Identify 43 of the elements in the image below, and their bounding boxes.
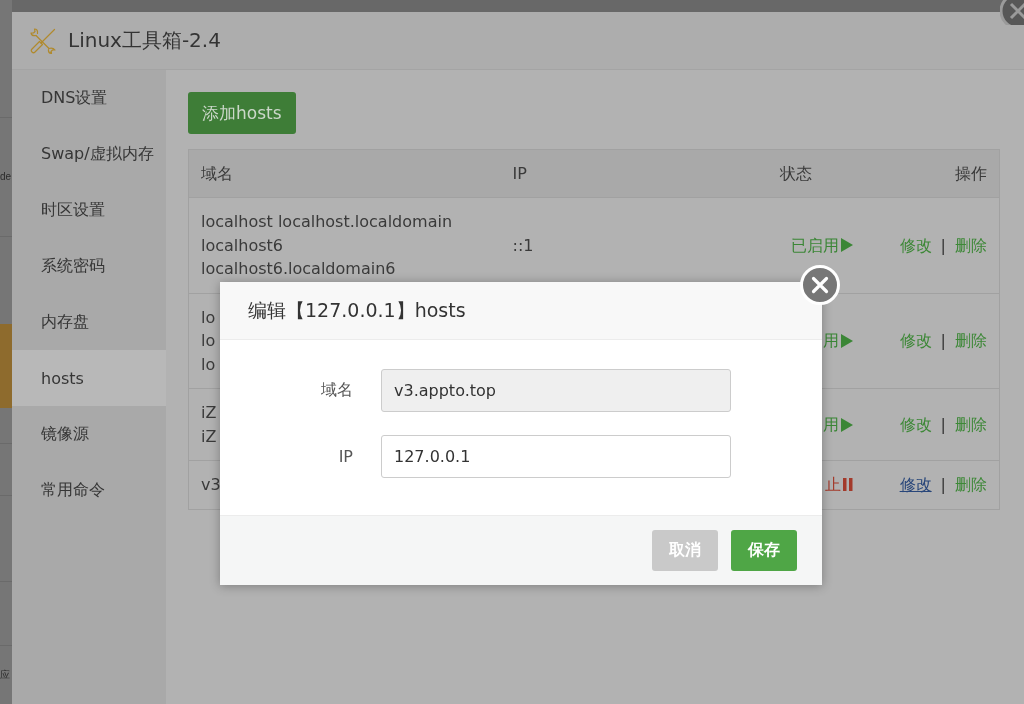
sidebar-item[interactable]: 时区设置 (12, 182, 166, 238)
close-icon[interactable] (1000, 0, 1024, 25)
tools-icon (30, 27, 56, 54)
window-title: Linux工具箱-2.4 (68, 27, 221, 54)
add-hosts-button[interactable]: 添加hosts (188, 92, 296, 134)
column-header: IP (512, 164, 527, 183)
field-label: 域名 (320, 380, 353, 401)
link-separator: | (940, 414, 946, 434)
sidebar-item[interactable]: 内存盘 (12, 294, 166, 350)
dialog-title: 编辑【127.0.0.1】hosts (248, 297, 466, 323)
sidebar-item[interactable]: 系统密码 (12, 238, 166, 294)
domain-text: localhost6 (201, 234, 283, 257)
input-field[interactable]: v3.appto.top (381, 369, 731, 412)
column-header: 操作 (955, 164, 987, 183)
domain-text: iZ (201, 425, 217, 448)
field-label: IP (337, 447, 353, 466)
edit-link[interactable]: 修改 (899, 475, 932, 494)
sidebar-item[interactable]: 常用命令 (12, 462, 166, 518)
link-separator: | (940, 235, 946, 255)
domain-text: localhost localhost.localdomain (201, 211, 452, 233)
background-text: 应 (0, 669, 10, 681)
domain-text: lo (201, 353, 216, 376)
domain-text: lo (201, 330, 216, 352)
domain-text: lo (201, 306, 216, 329)
save-button[interactable]: 保存 (731, 530, 797, 571)
domain-text: v3 (201, 474, 221, 496)
domain-text: iZ (201, 402, 217, 424)
input-field[interactable]: 127.0.0.1 (381, 435, 731, 478)
link-separator: | (940, 475, 946, 494)
column-header: 域名 (201, 164, 233, 183)
status-text: 用 (822, 413, 839, 436)
sidebar-item[interactable]: hosts (12, 350, 166, 406)
status-text: 用 (822, 330, 839, 352)
sidebar-item[interactable]: 镜像源 (12, 406, 166, 462)
sidebar-item[interactable]: Swap/虚拟内存 (12, 126, 166, 182)
status-text: 止 (824, 474, 841, 496)
column-header: 状态 (779, 164, 812, 183)
background-text: de (0, 171, 12, 183)
ip-text: ::1 (512, 234, 534, 257)
sidebar-item[interactable]: DNS设置 (12, 70, 166, 126)
status-text: 已启用 (790, 234, 839, 257)
link-separator: | (940, 331, 946, 350)
domain-text: localhost6.localdomain6 (201, 258, 396, 280)
